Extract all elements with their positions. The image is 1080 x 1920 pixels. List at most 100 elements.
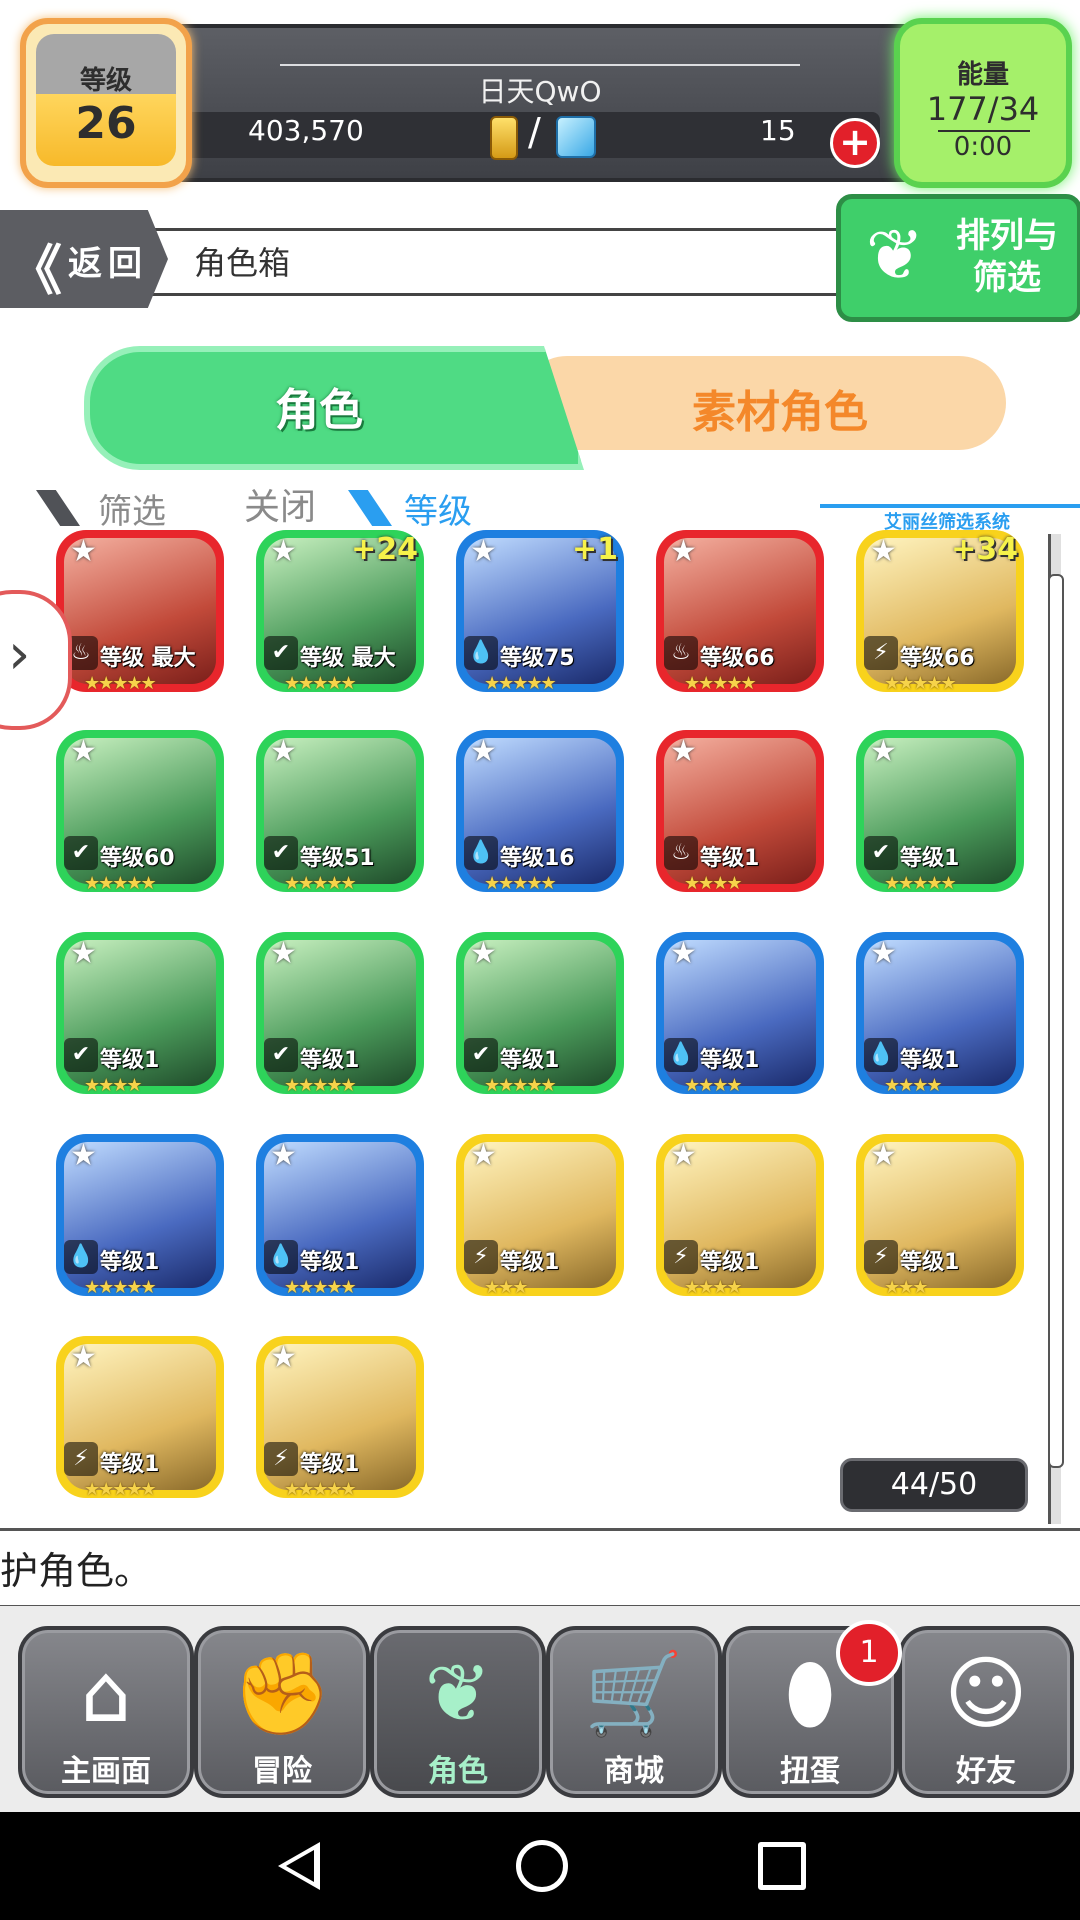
rarity-stars: ★★★★ (684, 1277, 743, 1296)
character-card[interactable]: ★ ✔ 等级1 ★★★★ (56, 932, 224, 1094)
character-card[interactable]: ★ ⚡ 等级1 ★★★★★ (56, 1336, 224, 1498)
favorite-star-icon[interactable]: ★ (670, 1138, 697, 1173)
rarity-stars: ★★★★★ (484, 673, 557, 692)
scrollbar-thumb[interactable] (1048, 574, 1064, 1468)
favorite-star-icon[interactable]: ★ (70, 734, 97, 769)
page-title: 角色箱 (194, 244, 291, 282)
character-level: 等级1 (500, 1048, 560, 1073)
gold-amount: 403,570 (248, 114, 364, 147)
character-level: 等级75 (500, 646, 575, 671)
element-icon: ✔ (864, 836, 898, 870)
character-level: 等级66 (700, 646, 775, 671)
character-card[interactable]: ★ ♨ 等级 最大 ★★★★★ (56, 530, 224, 692)
favorite-star-icon[interactable]: ★ (870, 734, 897, 769)
character-card[interactable]: ★ 💧 等级1 ★★★★★ (56, 1134, 224, 1296)
nav-button-friends[interactable]: ☺ 好友 (898, 1626, 1074, 1798)
character-card[interactable]: ★ ♨ 等级66 ★★★★★ (656, 530, 824, 692)
sort-slash-icon (348, 490, 392, 526)
favorite-star-icon[interactable]: ★ (670, 734, 697, 769)
nav-button-rabbit[interactable]: ❦ 角色 (370, 1626, 546, 1798)
rarity-stars: ★★★★★ (284, 873, 357, 892)
favorite-star-icon[interactable]: ★ (270, 1138, 297, 1173)
energy-badge[interactable]: 能量 177/34 0:00 (894, 18, 1072, 188)
card-plus-value: +24 (351, 532, 418, 567)
character-card[interactable]: ★ ✔ 等级1 ★★★★★ (856, 730, 1024, 892)
energy-value: 177/34 (926, 90, 1040, 128)
favorite-star-icon[interactable]: ★ (870, 1138, 897, 1173)
character-card[interactable]: ★ ⚡ 等级1 ★★★ (856, 1134, 1024, 1296)
character-card[interactable]: ★ 💧 等级1 ★★★★ (656, 932, 824, 1094)
nav-button-handshake[interactable]: ✊ 冒险 (194, 1626, 370, 1798)
gacha-notification-badge: 1 (836, 1620, 902, 1686)
rarity-stars: ★★★★ (84, 1075, 143, 1094)
favorite-star-icon[interactable]: ★ (270, 534, 297, 569)
element-icon: ⚡ (864, 1240, 898, 1274)
favorite-star-icon[interactable]: ★ (70, 534, 97, 569)
character-card[interactable]: ★ +24 ✔ 等级 最大 ★★★★★ (256, 530, 424, 692)
favorite-star-icon[interactable]: ★ (470, 1138, 497, 1173)
character-card[interactable]: ★ ✔ 等级60 ★★★★★ (56, 730, 224, 892)
system-recents-icon[interactable] (758, 1842, 806, 1890)
character-level: 等级60 (100, 846, 175, 871)
favorite-star-icon[interactable]: ★ (870, 936, 897, 971)
character-level: 等级 最大 (300, 646, 396, 671)
character-card[interactable]: ★ 💧 等级16 ★★★★★ (456, 730, 624, 892)
character-card[interactable]: ★ ⚡ 等级1 ★★★ (456, 1134, 624, 1296)
character-card[interactable]: ★ ⚡ 等级1 ★★★★ (656, 1134, 824, 1296)
level-value: 26 (75, 98, 137, 149)
rarity-stars: ★★★★★ (884, 673, 957, 692)
rarity-stars: ★★★★★ (84, 1277, 157, 1296)
filter-close-toggle[interactable]: 关闭 (244, 478, 316, 530)
favorite-star-icon[interactable]: ★ (270, 936, 297, 971)
nav-label: 角色 (428, 1754, 488, 1789)
character-card[interactable]: ★ ⚡ 等级1 ★★★★★ (256, 1336, 424, 1498)
favorite-star-icon[interactable]: ★ (470, 534, 497, 569)
character-grid: ★ ♨ 等级 最大 ★★★★★ ★ +24 ✔ 等级 最大 ★★★★★ ★ +1 💧 等级75 ★★★★★… (56, 530, 1036, 1510)
element-icon: ⚡ (264, 1442, 298, 1476)
friends-icon: ☺ (944, 1647, 1028, 1740)
nav-label: 扭蛋 (780, 1754, 840, 1789)
element-icon: ✔ (264, 1038, 298, 1072)
card-plus-value: +34 (951, 532, 1018, 567)
favorite-star-icon[interactable]: ★ (70, 1138, 97, 1173)
character-card[interactable]: ★ ✔ 等级51 ★★★★★ (256, 730, 424, 892)
rarity-stars: ★★★★★ (84, 873, 157, 892)
favorite-star-icon[interactable]: ★ (70, 936, 97, 971)
nav-button-house[interactable]: ⌂ 主画面 (18, 1626, 194, 1798)
favorite-star-icon[interactable]: ★ (270, 734, 297, 769)
element-icon: 💧 (64, 1240, 98, 1274)
filter-toggle[interactable]: 筛选 (98, 484, 166, 533)
energy-timer: 0:00 (953, 132, 1013, 162)
energy-label: 能量 (956, 60, 1009, 90)
favorite-star-icon[interactable]: ★ (70, 1340, 97, 1375)
favorite-star-icon[interactable]: ★ (870, 534, 897, 569)
character-level: 等级1 (700, 1250, 760, 1275)
nav-button-cart[interactable]: 🛒 商城 (546, 1626, 722, 1798)
sort-by-level[interactable]: 等级 (404, 484, 472, 533)
level-label: 等级 (79, 66, 132, 96)
message-text: 护角色。 (0, 1549, 153, 1593)
filter-slash-icon (36, 490, 80, 526)
character-card[interactable]: ★ 💧 等级1 ★★★★ (856, 932, 1024, 1094)
sort-filter-button[interactable]: ❦ 排列与筛选 (836, 194, 1080, 322)
rarity-stars: ★★★ (484, 1277, 528, 1296)
system-home-icon[interactable] (516, 1840, 568, 1892)
element-icon: ♨ (664, 836, 698, 870)
cart-icon: 🛒 (584, 1647, 684, 1740)
character-level: 等级1 (100, 1048, 160, 1073)
favorite-star-icon[interactable]: ★ (470, 734, 497, 769)
character-card[interactable]: ★ ✔ 等级1 ★★★★★ (256, 932, 424, 1094)
character-card[interactable]: ★ ✔ 等级1 ★★★★★ (456, 932, 624, 1094)
character-card[interactable]: ★ 💧 等级1 ★★★★★ (256, 1134, 424, 1296)
favorite-star-icon[interactable]: ★ (270, 1340, 297, 1375)
rarity-stars: ★★★★★ (84, 673, 157, 692)
character-card[interactable]: ★ ♨ 等级1 ★★★★ (656, 730, 824, 892)
favorite-star-icon[interactable]: ★ (670, 936, 697, 971)
character-card[interactable]: ★ +34 ⚡ 等级66 ★★★★★ (856, 530, 1024, 692)
character-card[interactable]: ★ +1 💧 等级75 ★★★★★ (456, 530, 624, 692)
favorite-star-icon[interactable]: ★ (470, 936, 497, 971)
buy-gems-button[interactable]: + (830, 118, 880, 168)
rarity-stars: ★★★★★ (884, 873, 957, 892)
favorite-star-icon[interactable]: ★ (670, 534, 697, 569)
player-level-badge: 等级 26 (20, 18, 192, 188)
